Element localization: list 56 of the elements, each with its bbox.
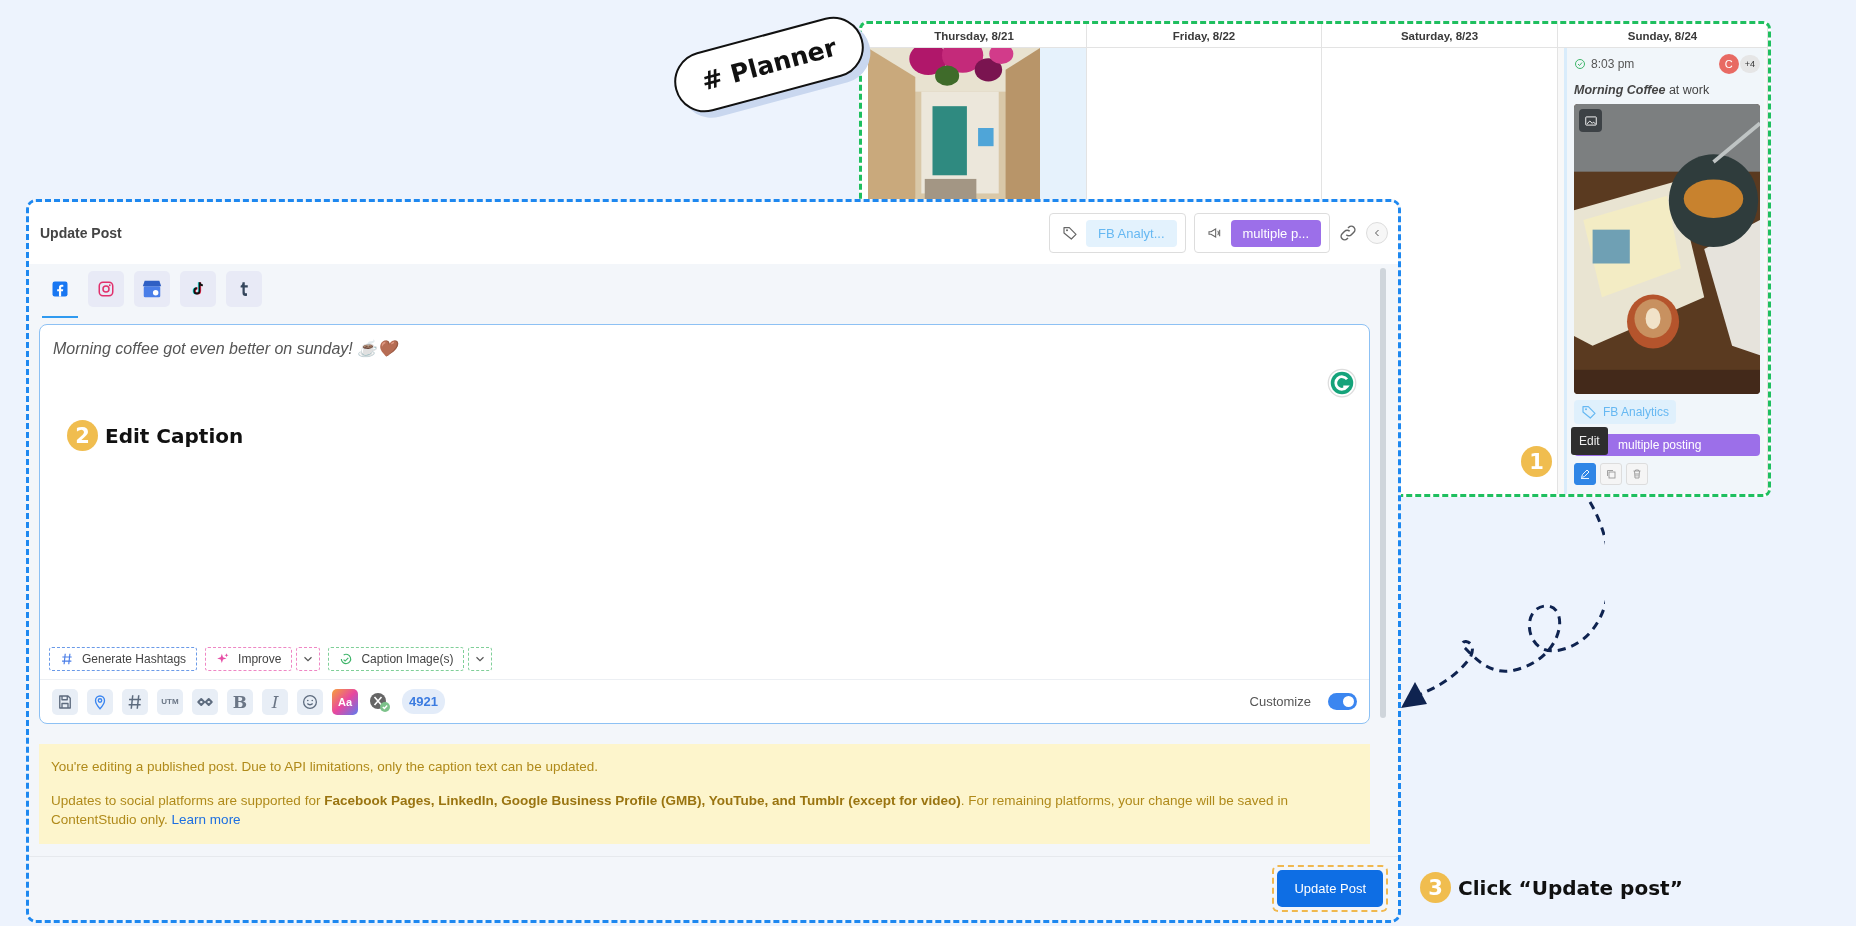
format-button[interactable]: Aa [332,688,358,715]
store-icon [141,278,163,300]
update-post-button[interactable]: Update Post [1277,870,1383,907]
notice-text: You're editing a published post. Due to API limitations, only the caption text can be updated. [51,758,599,776]
tooltip: Edit [1571,427,1608,455]
save-icon [56,692,74,711]
label-chip: FB Analytics [1574,400,1677,424]
ai-action-button[interactable]: Caption Image(s) [328,647,465,671]
step-label: Edit Caption [105,423,244,448]
ai-action-button[interactable]: Generate Hashtags [49,647,198,671]
collapse-button[interactable] [1366,222,1388,244]
step-badge: 3 [1420,872,1451,903]
check-circle-icon [1574,58,1586,70]
image-caption-icon [339,652,354,666]
account-count: +4 [1739,55,1760,73]
link-icon [1338,223,1358,243]
hashtag-icon [60,652,74,666]
format-button[interactable]: I [262,688,288,715]
scrollbar[interactable] [1380,268,1386,718]
dropdown-button[interactable] [468,647,493,671]
toolbar-button[interactable] [192,688,218,715]
duplicate-button[interactable] [1600,463,1622,485]
emoji-icon [301,692,319,711]
toolbar-button[interactable] [122,688,148,715]
customize-toggle[interactable] [1328,693,1357,710]
ai-action-button[interactable]: Improve [205,647,293,671]
format-button[interactable]: UTM [157,688,183,715]
format-button[interactable]: B [227,688,253,715]
toolbar-button[interactable] [52,688,78,715]
learn-more-link[interactable]: Learn more [171,811,241,827]
facebook-icon [51,280,69,298]
copy-icon [1605,468,1617,480]
megaphone-icon [1206,225,1223,241]
day-header: Friday, 8/22 [1087,24,1322,48]
dropdown-button[interactable] [296,647,321,671]
instagram-icon [97,280,115,298]
edit-button[interactable] [1574,463,1596,485]
hashtag-icon [126,692,144,711]
day-header: Saturday, 8/23 [1322,24,1558,48]
tag-icon [1062,225,1079,241]
avatar: C [1718,54,1739,74]
step-label: Click “Update post” [1458,875,1683,900]
campaign-selector[interactable]: multiple p... [1193,213,1330,253]
notice-text: Updates to social platforms are supported for Facebook Pages, LinkedIn, Google Business Profile (GMB), YouTube, and Tumblr (except for video). For remaining platforms, your change will be saved in ContentStudio only. Learn more [51,791,1289,829]
character-count: 4921 [402,689,445,714]
toolbar-button[interactable] [297,688,323,715]
tag-icon [1581,404,1597,420]
customize-label: Customize [1249,694,1311,709]
panel-title: Update Post [40,225,122,241]
grammar-check-icon [1327,368,1357,398]
post-title: Morning Coffee at work [1574,83,1711,97]
caption-text: Morning coffee got even better on sunday! ☕🤎 [52,339,400,358]
trash-icon [1631,468,1643,480]
post-time: 8:03 pm [1591,57,1635,71]
pencil-icon [1579,468,1591,480]
toolbar-button[interactable] [87,688,113,715]
